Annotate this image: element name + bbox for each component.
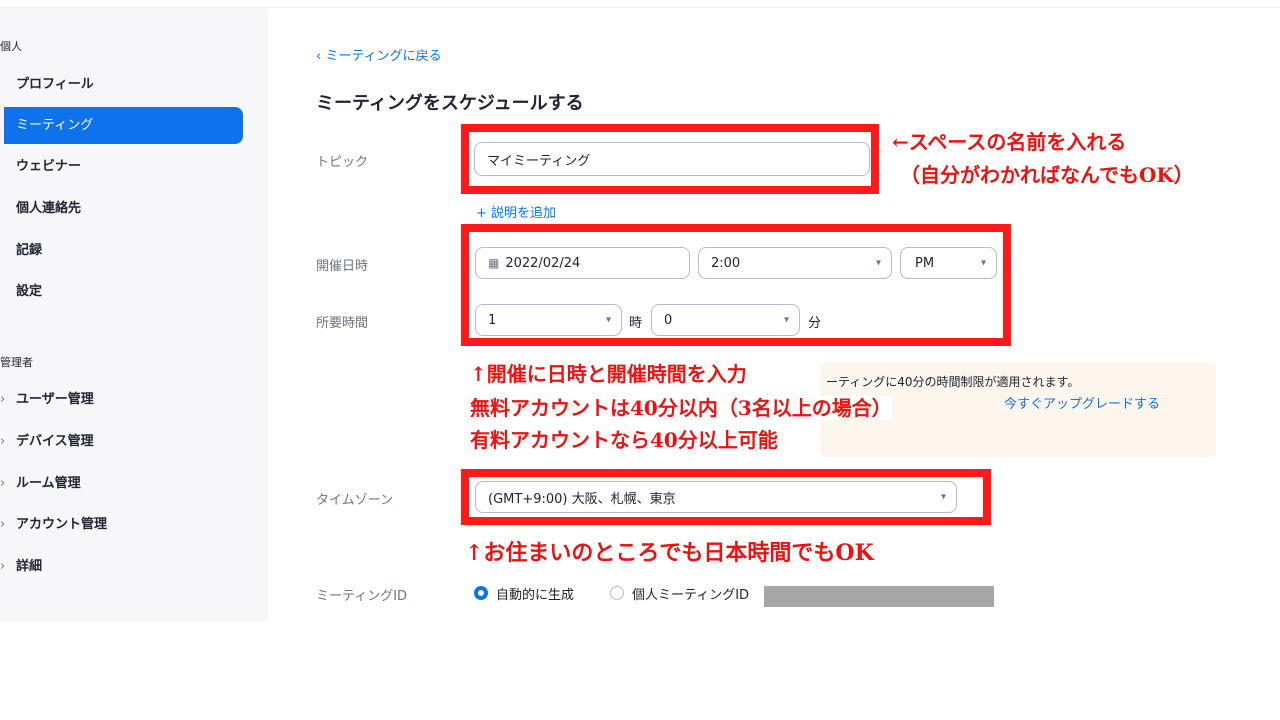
- annotation-time-line1: ↑開催に日時と開催時間を入力: [470, 362, 747, 386]
- sidebar: 個人 プロフィール ミーティング ウェビナー 個人連絡先 記録 設定 管理者 ›…: [0, 8, 268, 622]
- topic-label: トピック: [316, 155, 369, 170]
- meeting-id-auto-radio[interactable]: [474, 586, 488, 600]
- redacted-meeting-id: [764, 586, 994, 607]
- chevron-right-icon: ›: [0, 517, 6, 532]
- topic-highlight-box: [461, 124, 879, 194]
- chevron-right-icon: ›: [0, 476, 6, 491]
- annotation-topic-line1: ←スペースの名前を入れる: [892, 130, 1127, 154]
- chevron-right-icon: ›: [0, 559, 6, 574]
- sidebar-item-recordings[interactable]: 記録: [4, 232, 243, 269]
- back-to-meetings-link[interactable]: ‹ ミーティングに戻る: [316, 45, 442, 64]
- annotation-timezone: ↑お住まいのところでも日本時間でもOK: [465, 540, 874, 567]
- datetime-highlight-box: [461, 224, 1011, 346]
- annotation-time-line3: 有料アカウントなら40分以上可能: [470, 428, 778, 452]
- time-limit-notice-text: ーティングに40分の時間制限が適用されます。: [826, 375, 1080, 389]
- sidebar-item-device-management[interactable]: › デバイス管理: [0, 427, 94, 457]
- sidebar-item-user-management[interactable]: › ユーザー管理: [0, 385, 94, 415]
- sidebar-item-meetings[interactable]: ミーティング: [4, 107, 243, 144]
- sidebar-item-webinars[interactable]: ウェビナー: [4, 148, 243, 185]
- meeting-id-personal-radio[interactable]: [610, 586, 624, 600]
- sidebar-item-contacts[interactable]: 個人連絡先: [4, 190, 243, 227]
- plus-icon: +: [476, 206, 492, 221]
- sidebar-section-admin: 管理者: [0, 356, 33, 369]
- upgrade-now-link[interactable]: 今すぐアップグレードする: [1004, 393, 1160, 412]
- meeting-id-auto-label: 自動的に生成: [496, 588, 575, 603]
- annotation-topic-line2: （自分がわかればなんでもOK）: [900, 163, 1194, 187]
- top-divider: [0, 0, 1280, 8]
- page-title: ミーティングをスケジュールする: [316, 93, 584, 114]
- meeting-id-personal-label: 個人ミーティングID: [632, 588, 750, 603]
- when-label: 開催日時: [316, 259, 369, 274]
- timezone-label: タイムゾーン: [316, 493, 394, 508]
- duration-label: 所要時間: [316, 316, 369, 331]
- sidebar-item-room-management[interactable]: › ルーム管理: [0, 469, 81, 499]
- sidebar-item-advanced[interactable]: › 詳細: [0, 552, 42, 582]
- sidebar-item-profile[interactable]: プロフィール: [4, 66, 243, 103]
- chevron-right-icon: ›: [0, 392, 6, 407]
- annotation-time-line2: 無料アカウントは40分以内（3名以上の場合）: [470, 396, 892, 420]
- sidebar-item-account-management[interactable]: › アカウント管理: [0, 510, 107, 540]
- timezone-highlight-box: [461, 469, 991, 525]
- sidebar-section-personal: 個人: [0, 40, 22, 53]
- meeting-id-label: ミーティングID: [316, 589, 408, 604]
- chevron-right-icon: ›: [0, 434, 6, 449]
- sidebar-item-settings[interactable]: 設定: [4, 273, 243, 310]
- add-description-link[interactable]: + 説明を追加: [476, 202, 556, 221]
- chevron-left-icon: ‹: [316, 49, 326, 64]
